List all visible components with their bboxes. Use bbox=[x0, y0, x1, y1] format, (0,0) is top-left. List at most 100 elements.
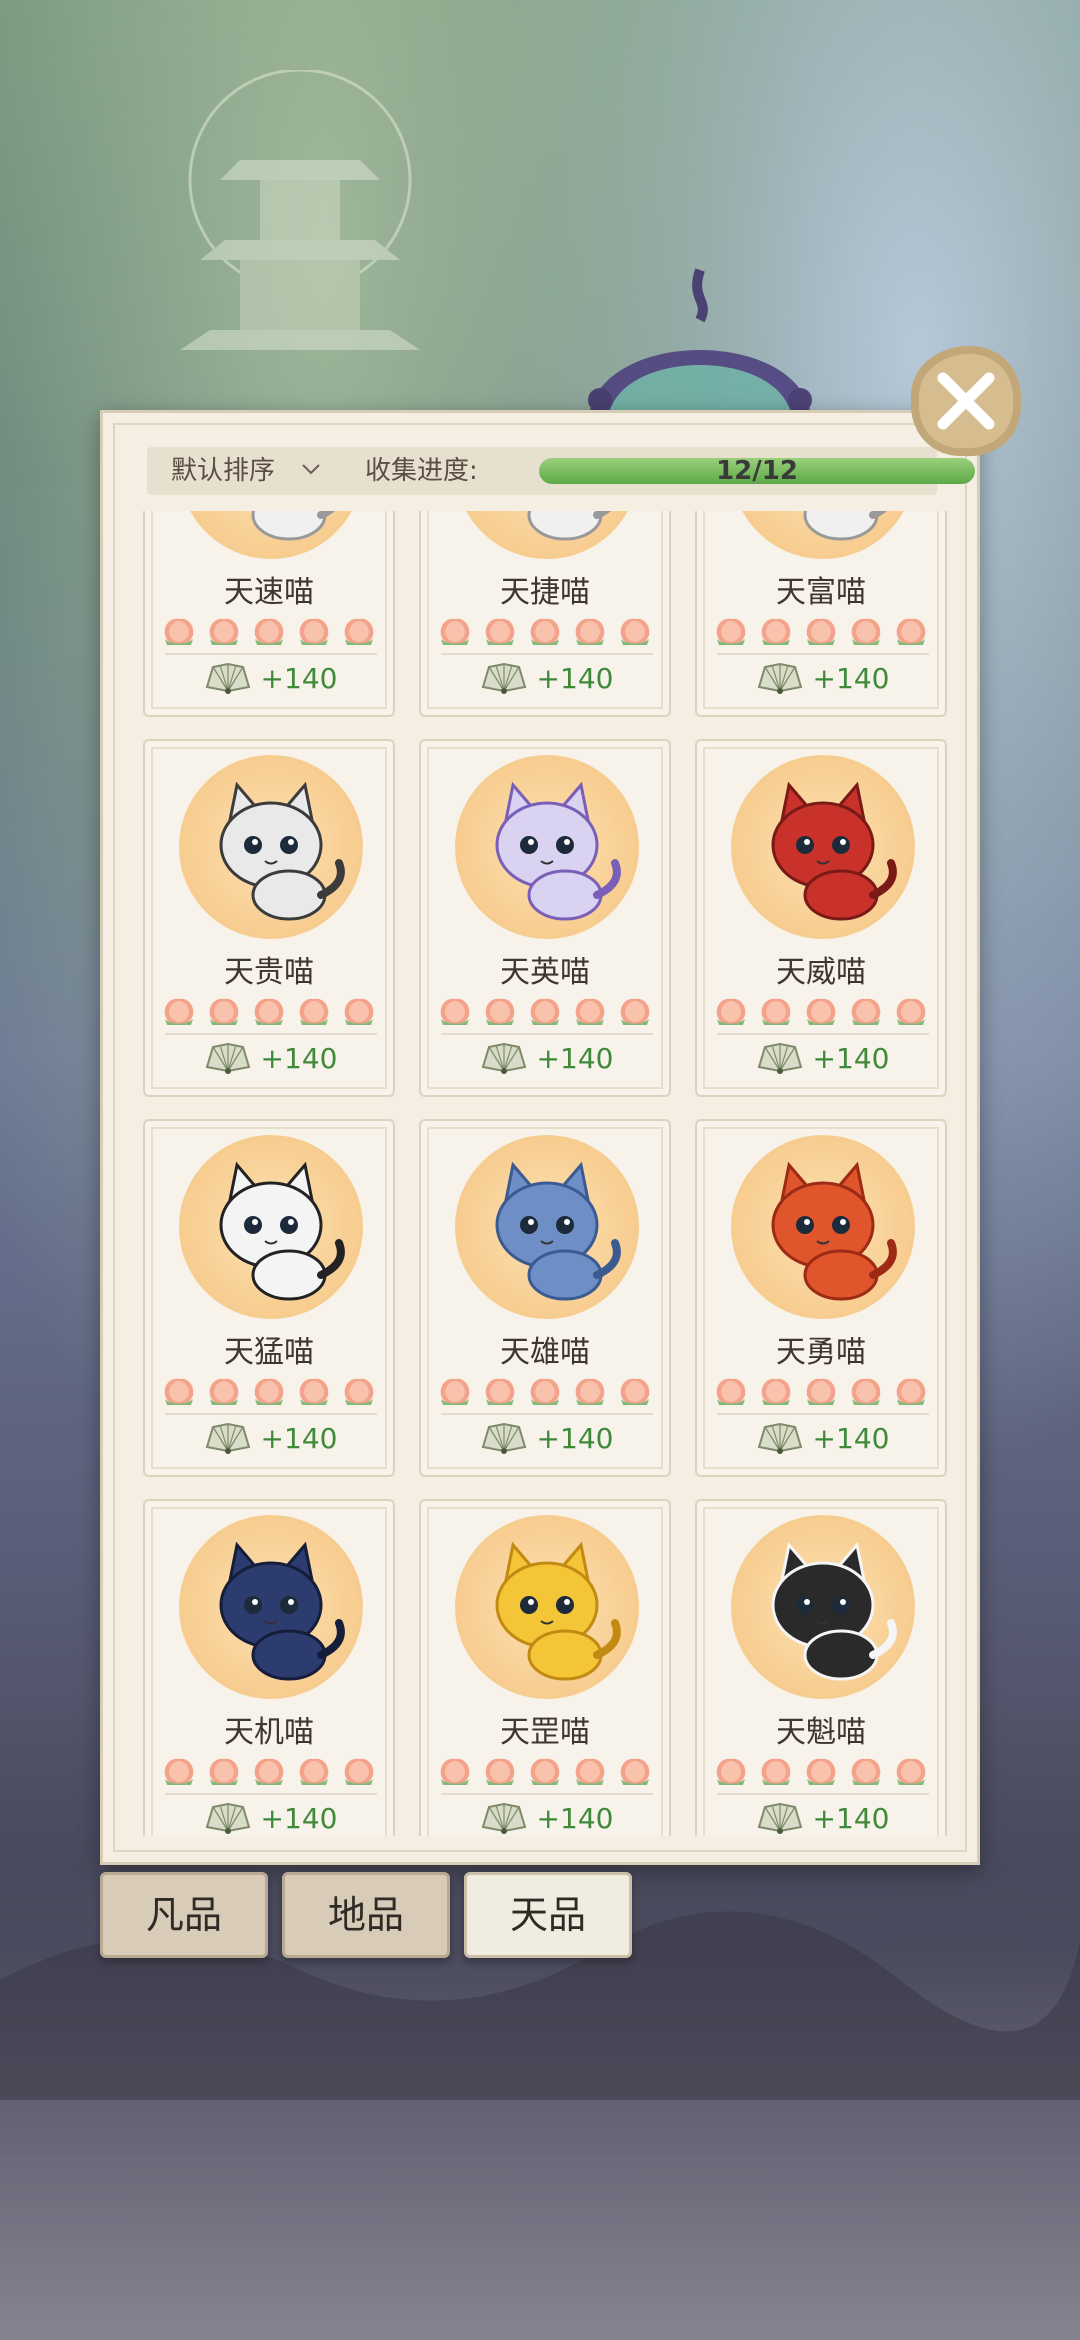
reward-row: +140 bbox=[697, 1421, 945, 1465]
card-divider bbox=[441, 653, 653, 655]
card-divider bbox=[717, 1033, 929, 1035]
peach-icon bbox=[209, 1758, 239, 1785]
card-divider bbox=[165, 653, 377, 655]
cat-card[interactable]: 天英喵 +140 bbox=[419, 739, 671, 1097]
card-divider bbox=[165, 1793, 377, 1795]
tab-fanpin[interactable]: 凡品 bbox=[100, 1872, 268, 1958]
reward-value: +140 bbox=[536, 1041, 614, 1075]
peach-icon bbox=[530, 998, 560, 1025]
fan-icon bbox=[205, 1422, 250, 1454]
star-row bbox=[713, 995, 933, 1031]
cat-name: 天英喵 bbox=[500, 955, 590, 990]
peach-icon bbox=[344, 998, 374, 1025]
peach-icon bbox=[761, 1758, 791, 1785]
peach-icon bbox=[620, 1758, 650, 1785]
cat-portrait bbox=[731, 1135, 915, 1319]
peach-icon bbox=[716, 1758, 746, 1785]
fan-icon bbox=[205, 1042, 250, 1074]
peach-icon bbox=[806, 618, 836, 645]
cat-card[interactable]: 天雄喵 +140 bbox=[419, 1119, 671, 1477]
card-divider bbox=[165, 1413, 377, 1415]
cat-name: 天雄喵 bbox=[500, 1335, 590, 1370]
cat-portrait bbox=[455, 1515, 639, 1699]
peach-icon bbox=[806, 998, 836, 1025]
panel-toolbar: 默认排序 收集进度: 12/12 bbox=[147, 447, 975, 495]
star-row bbox=[161, 615, 381, 651]
reward-row: +140 bbox=[421, 661, 669, 705]
reward-value: +140 bbox=[536, 1421, 614, 1455]
cat-card[interactable]: 天富喵 +140 bbox=[695, 511, 947, 717]
peach-icon bbox=[530, 1758, 560, 1785]
star-row bbox=[437, 615, 657, 651]
cat-name: 天威喵 bbox=[776, 955, 866, 990]
peach-icon bbox=[620, 618, 650, 645]
cat-card[interactable]: 天勇喵 +140 bbox=[695, 1119, 947, 1477]
collection-panel: 默认排序 收集进度: 12/12 天速喵 +140 天捷喵 +140 天富喵 +140 天贵… bbox=[100, 410, 980, 1865]
star-row bbox=[161, 1755, 381, 1791]
peach-icon bbox=[896, 1378, 926, 1405]
cat-portrait bbox=[731, 511, 915, 559]
peach-icon bbox=[344, 1378, 374, 1405]
fan-icon bbox=[757, 1802, 802, 1834]
cat-portrait bbox=[179, 755, 363, 939]
cat-card[interactable]: 天速喵 +140 bbox=[143, 511, 395, 717]
cat-name: 天罡喵 bbox=[500, 1715, 590, 1750]
peach-icon bbox=[485, 618, 515, 645]
peach-icon bbox=[299, 1378, 329, 1405]
cat-portrait bbox=[455, 511, 639, 559]
peach-icon bbox=[164, 1378, 194, 1405]
card-divider bbox=[717, 1413, 929, 1415]
reward-value: +140 bbox=[812, 661, 890, 695]
sort-dropdown[interactable]: 默认排序 bbox=[171, 447, 275, 495]
reward-value: +140 bbox=[812, 1421, 890, 1455]
close-icon[interactable] bbox=[905, 340, 1027, 462]
peach-icon bbox=[716, 1378, 746, 1405]
reward-value: +140 bbox=[260, 1041, 338, 1075]
chevron-down-icon[interactable] bbox=[302, 463, 320, 475]
peach-icon bbox=[485, 1758, 515, 1785]
peach-icon bbox=[344, 1758, 374, 1785]
peach-icon bbox=[851, 618, 881, 645]
peach-icon bbox=[806, 1378, 836, 1405]
cat-card[interactable]: 天威喵 +140 bbox=[695, 739, 947, 1097]
cat-name: 天勇喵 bbox=[776, 1335, 866, 1370]
cat-card[interactable]: 天罡喵 +140 bbox=[419, 1499, 671, 1836]
reward-row: +140 bbox=[145, 1421, 393, 1465]
cat-card[interactable]: 天贵喵 +140 bbox=[143, 739, 395, 1097]
reward-value: +140 bbox=[812, 1041, 890, 1075]
reward-row: +140 bbox=[697, 1801, 945, 1836]
peach-icon bbox=[440, 998, 470, 1025]
fan-icon bbox=[481, 1802, 526, 1834]
tab-tianpin[interactable]: 天品 bbox=[464, 1872, 632, 1958]
card-divider bbox=[441, 1413, 653, 1415]
peach-icon bbox=[254, 998, 284, 1025]
cat-name: 天魁喵 bbox=[776, 1715, 866, 1750]
peach-icon bbox=[575, 1758, 605, 1785]
peach-icon bbox=[575, 618, 605, 645]
star-row bbox=[437, 1375, 657, 1411]
cat-portrait bbox=[179, 1135, 363, 1319]
cat-card[interactable]: 天猛喵 +140 bbox=[143, 1119, 395, 1477]
card-scroll-area[interactable]: 天速喵 +140 天捷喵 +140 天富喵 +140 天贵喵 +140 天英喵 +140 天威喵 +1… bbox=[133, 511, 953, 1836]
peach-icon bbox=[530, 1378, 560, 1405]
cat-card[interactable]: 天魁喵 +140 bbox=[695, 1499, 947, 1836]
peach-icon bbox=[485, 998, 515, 1025]
card-divider bbox=[717, 1793, 929, 1795]
cat-portrait bbox=[455, 755, 639, 939]
peach-icon bbox=[209, 1378, 239, 1405]
star-row bbox=[161, 995, 381, 1031]
cat-portrait bbox=[179, 1515, 363, 1699]
star-row bbox=[713, 615, 933, 651]
star-row bbox=[713, 1375, 933, 1411]
star-row bbox=[161, 1375, 381, 1411]
cat-card[interactable]: 天机喵 +140 bbox=[143, 1499, 395, 1836]
peach-icon bbox=[254, 1758, 284, 1785]
cat-card[interactable]: 天捷喵 +140 bbox=[419, 511, 671, 717]
peach-icon bbox=[440, 618, 470, 645]
tab-dipin[interactable]: 地品 bbox=[282, 1872, 450, 1958]
peach-icon bbox=[896, 998, 926, 1025]
cat-name: 天机喵 bbox=[224, 1715, 314, 1750]
background-dome bbox=[588, 268, 812, 412]
cat-name: 天速喵 bbox=[224, 575, 314, 610]
peach-icon bbox=[164, 618, 194, 645]
